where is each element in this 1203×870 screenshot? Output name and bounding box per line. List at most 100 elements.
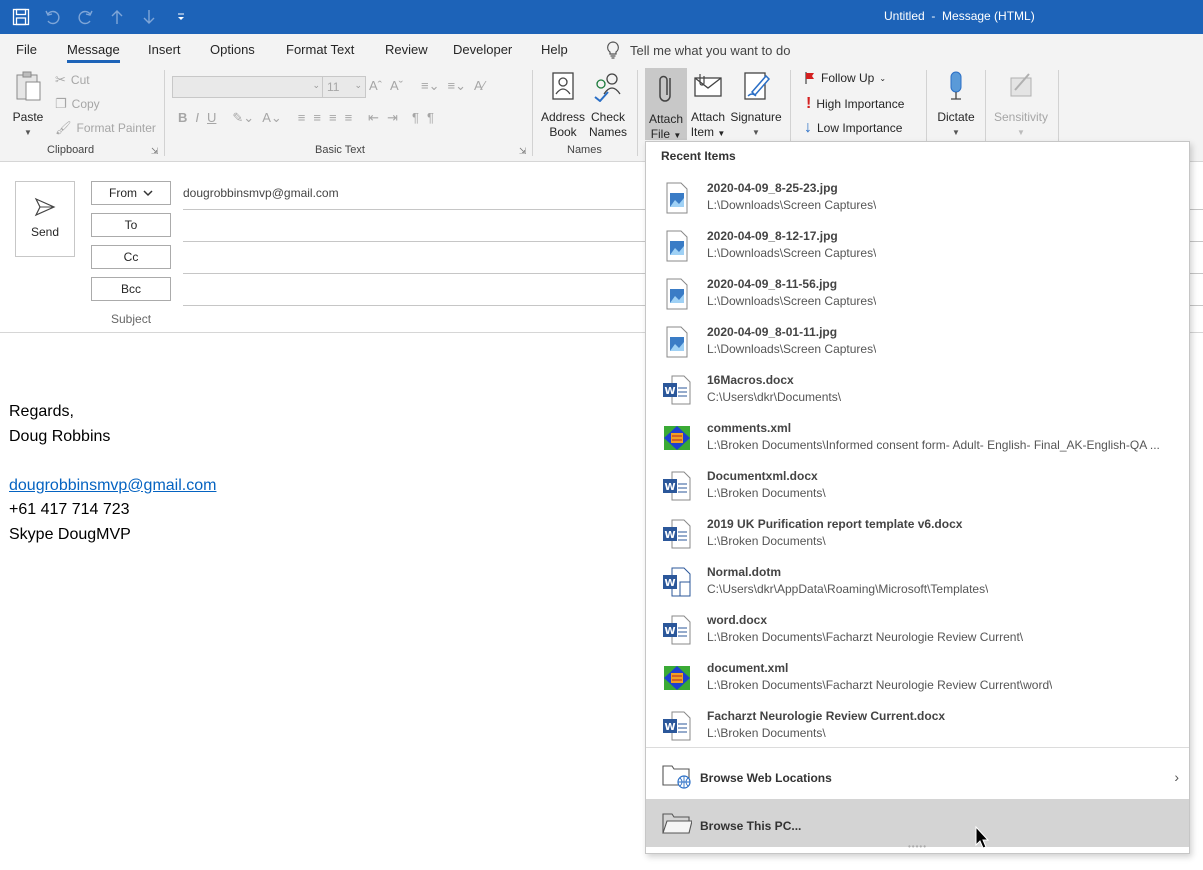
browse-web-locations-button[interactable]: Browse Web Locations › [646, 751, 1189, 799]
highlight-icon[interactable]: ✎⌄ [232, 110, 254, 126]
paperclip-icon [659, 75, 671, 102]
align-left-icon[interactable]: ≡ [298, 110, 306, 126]
message-body[interactable]: Regards, Doug Robbins dougrobbinsmvp@gma… [9, 400, 216, 547]
recent-item-name: 2020-04-09_8-25-23.jpg [707, 181, 838, 195]
cut-button[interactable]: ✂ Cut [55, 72, 90, 88]
svg-text:W: W [664, 626, 675, 637]
cut-label: Cut [70, 73, 90, 87]
tell-me-text: Tell me what you want to do [630, 42, 791, 58]
dictate-label: Dictate [937, 110, 975, 124]
clear-formatting-icon[interactable]: A∕ [474, 78, 485, 94]
follow-up-button[interactable]: Follow Up ⌄ [804, 71, 886, 85]
check-names-button[interactable]: Check Names [588, 70, 628, 140]
tab-developer[interactable]: Developer [453, 42, 512, 57]
rtl-icon[interactable]: ¶ [427, 110, 434, 126]
recent-item[interactable]: 2020-04-09_8-12-17.jpg L:\Downloads\Scree… [646, 226, 1189, 274]
grow-font-icon[interactable]: Aˆ [369, 78, 382, 93]
to-button[interactable]: To [91, 213, 171, 237]
ltr-icon[interactable]: ¶ [412, 110, 419, 126]
high-importance-button[interactable]: ! High Importance [806, 95, 904, 113]
font-name-combo[interactable]: ⌄ [172, 76, 324, 98]
cc-label: Cc [123, 250, 139, 264]
tab-message[interactable]: Message [67, 42, 120, 63]
paste-button[interactable]: Paste ▼ [10, 70, 46, 140]
signature-label: Signature [730, 110, 782, 124]
font-color-icon[interactable]: A⌄ [262, 110, 282, 126]
dialog-launcher-icon[interactable]: ⇲ [151, 146, 159, 157]
recent-item[interactable]: W 2019 UK Purification report template v6… [646, 514, 1189, 562]
underline-icon[interactable]: U [207, 110, 216, 126]
tab-insert[interactable]: Insert [148, 42, 181, 57]
cc-button[interactable]: Cc [91, 245, 171, 269]
attach-item-label-2: Item ▼ [690, 125, 726, 139]
microphone-icon [950, 71, 962, 100]
numbering-icon[interactable]: ≡⌄ [447, 78, 465, 94]
copy-icon: ❐ [55, 96, 67, 111]
recent-item[interactable]: W Normal.dotm C:\Users\dkr\AppData\Roaming… [646, 562, 1189, 610]
recent-item[interactable]: 2020-04-09_8-25-23.jpg L:\Downloads\Scree… [646, 178, 1189, 226]
recent-item-name: word.docx [707, 613, 768, 627]
send-button[interactable]: Send [15, 181, 75, 257]
increase-indent-icon[interactable]: ⇥ [387, 110, 398, 126]
dialog-launcher-icon[interactable]: ⇲ [519, 146, 527, 157]
tell-me-search[interactable]: Tell me what you want to do [606, 41, 790, 59]
email-link[interactable]: dougrobbinsmvp@gmail.com [9, 477, 216, 494]
align-center-icon[interactable]: ≡ [313, 110, 321, 126]
recent-item[interactable]: W 16Macros.docx C:\Users\dkr\Documents\ [646, 370, 1189, 418]
recent-item[interactable]: Wword.docx L:\Broken Documents\Facharzt N… [646, 610, 1189, 658]
attach-item-label-1: Attach [690, 110, 726, 124]
exclamation-icon: ! [806, 95, 812, 112]
previous-item-button[interactable] [106, 6, 128, 28]
attach-item-button[interactable]: Attach Item ▼ [688, 70, 728, 141]
recent-item-path: C:\Users\dkr\Documents\ [707, 390, 842, 404]
from-button[interactable]: From [91, 181, 171, 205]
tab-format-text[interactable]: Format Text [286, 42, 354, 57]
chevron-down-icon: ▼ [24, 128, 32, 137]
signature-button[interactable]: Signature ▼ [729, 70, 783, 140]
recent-item-path: L:\Broken Documents\ [707, 486, 826, 500]
browse-this-pc-button[interactable]: Browse This PC... [646, 799, 1189, 847]
recent-item[interactable]: 2020-04-09_8-11-56.jpg L:\Downloads\Scree… [646, 274, 1189, 322]
recent-item-name: document.xml [707, 661, 789, 675]
recent-item-path: L:\Downloads\Screen Captures\ [707, 294, 877, 308]
tab-options[interactable]: Options [210, 42, 255, 57]
align-right-icon[interactable]: ≡ [329, 110, 337, 126]
body-blank-line [9, 449, 216, 474]
next-item-button[interactable] [138, 6, 160, 28]
address-book-button[interactable]: Address Book [540, 70, 586, 140]
font-size-combo[interactable]: 11 ⌄ [322, 76, 366, 98]
shrink-font-icon[interactable]: Aˇ [390, 78, 403, 93]
attach-file-button[interactable]: Attach File ▼ [645, 68, 687, 141]
decrease-indent-icon[interactable]: ⇤ [368, 110, 379, 126]
tab-help[interactable]: Help [541, 42, 568, 57]
recent-item-path: L:\Broken Documents\Facharzt Neurologie … [707, 678, 1053, 692]
bcc-button[interactable]: Bcc [91, 277, 171, 301]
justify-icon[interactable]: ≡ [345, 110, 353, 126]
recent-item[interactable]: W Documentxml.docx L:\Broken Documents\ [646, 466, 1189, 514]
svg-text:W: W [664, 722, 675, 733]
recent-item[interactable]: comments.xml L:\Broken Documents\Informed… [646, 418, 1189, 466]
svg-text:W: W [664, 578, 675, 589]
clipboard-group-label: Clipboard [47, 144, 95, 156]
copy-label: Copy [71, 97, 100, 111]
redo-button[interactable] [74, 6, 96, 28]
italic-icon[interactable]: I [195, 110, 199, 126]
low-importance-button[interactable]: ↓ Low Importance [804, 119, 902, 137]
sensitivity-button[interactable]: Sensitivity ▼ [992, 70, 1050, 140]
arrow-down-icon: ↓ [804, 119, 812, 136]
address-book-label-2: Book [549, 125, 577, 139]
undo-button[interactable] [42, 6, 64, 28]
format-painter-button[interactable]: 🖌 Format Painter [55, 120, 156, 136]
tab-review[interactable]: Review [385, 42, 428, 57]
dictate-button[interactable]: Dictate ▼ [934, 70, 978, 140]
save-button[interactable] [10, 6, 32, 28]
recent-item[interactable]: document.xml L:\Broken Documents\Facharzt… [646, 658, 1189, 706]
recent-item[interactable]: 2020-04-09_8-01-11.jpg L:\Downloads\Scree… [646, 322, 1189, 370]
bold-icon[interactable]: B [178, 110, 187, 126]
copy-button[interactable]: ❐ Copy [55, 96, 100, 112]
body-line-name: Doug Robbins [9, 427, 111, 445]
bullets-icon[interactable]: ≡⌄ [421, 78, 439, 94]
tab-file[interactable]: File [16, 42, 37, 57]
resize-grip[interactable]: ••••• [908, 842, 927, 851]
customize-qat-button[interactable] [170, 6, 192, 28]
